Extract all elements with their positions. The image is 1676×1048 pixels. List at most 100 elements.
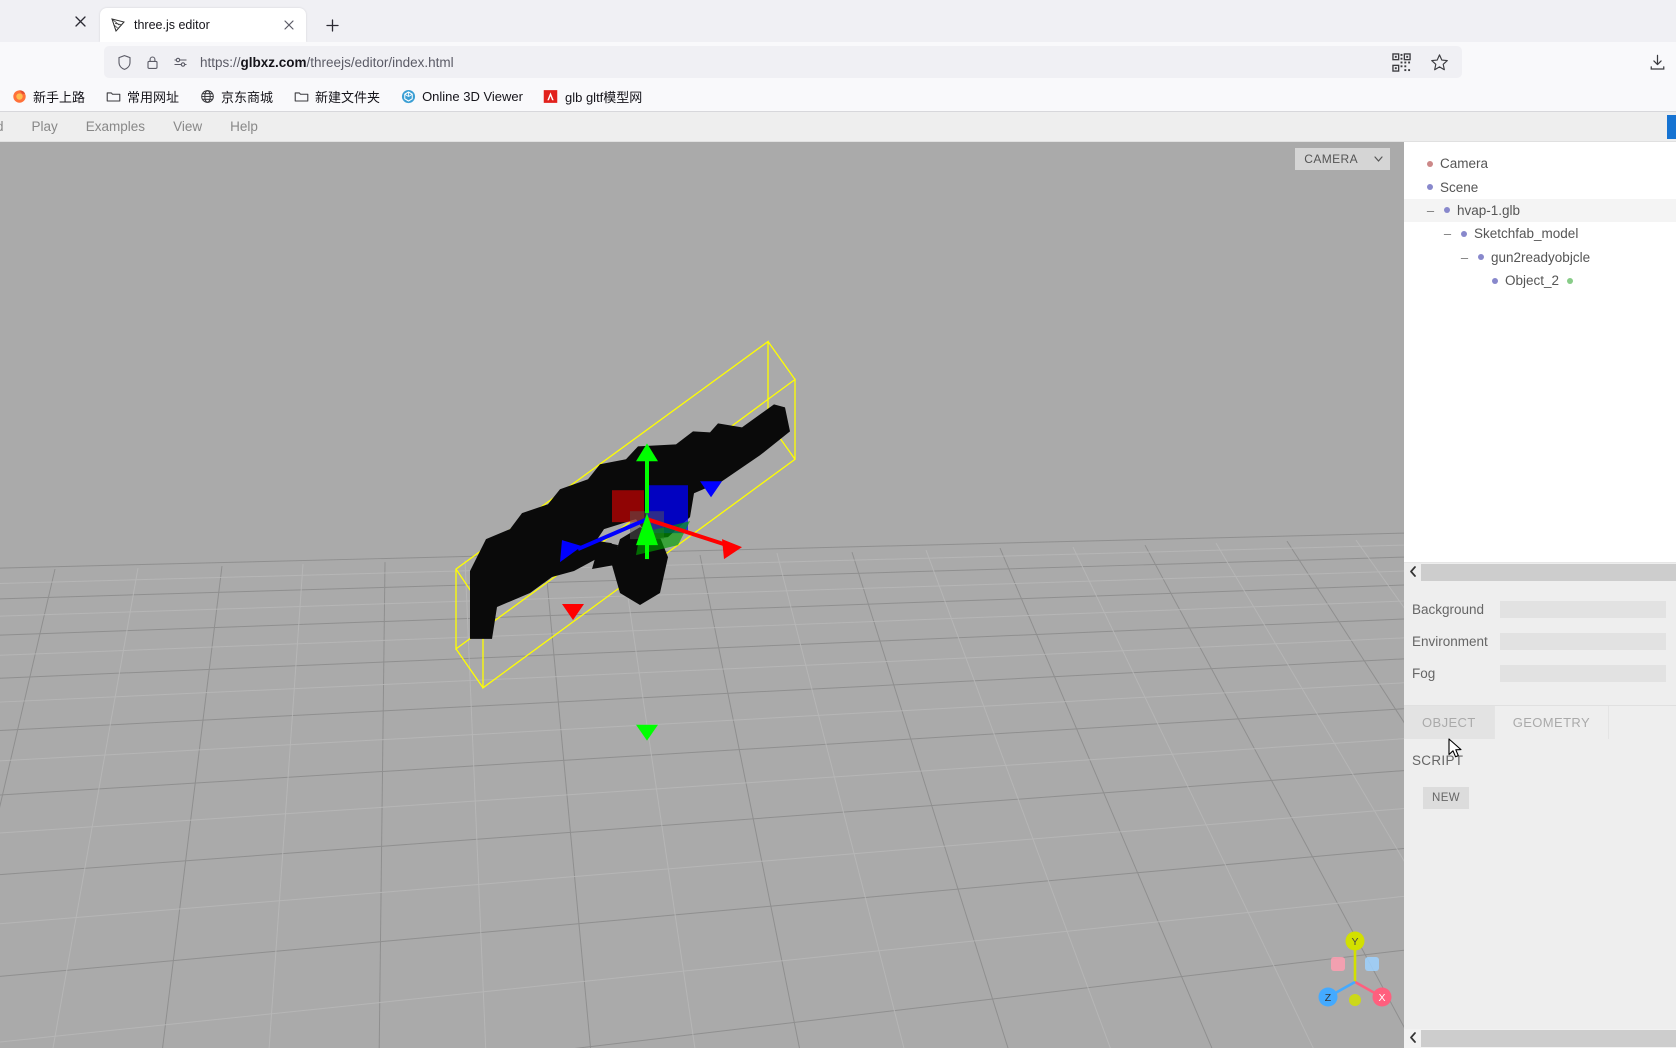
twisty-icon[interactable]: – xyxy=(1441,227,1454,240)
scrollbar-thumb[interactable] xyxy=(1421,1030,1676,1047)
twisty-icon[interactable]: – xyxy=(1424,204,1437,217)
scene-properties: Background Environment Fog xyxy=(1404,581,1676,705)
script-panel: SCRIPT NEW xyxy=(1404,739,1676,809)
editor-menubar: d Play Examples View Help xyxy=(0,112,1676,142)
bookmark-label: 新建文件夹 xyxy=(315,90,381,105)
outliner-label: hvap-1.glb xyxy=(1457,202,1521,218)
outliner-row-hvap-glb[interactable]: – hvap-1.glb xyxy=(1404,198,1676,223)
toolbar-right xyxy=(1646,42,1676,82)
chevron-left-icon[interactable] xyxy=(1404,565,1421,579)
browser-window: three.js editor https://glbxz.com/threej… xyxy=(0,0,1676,1048)
bookmark-item[interactable]: Online 3D Viewer xyxy=(393,86,530,108)
object-type-dot-icon xyxy=(1492,277,1498,284)
bookmark-item[interactable]: 新建文件夹 xyxy=(286,84,387,109)
camera-select[interactable]: CAMERA xyxy=(1295,148,1390,170)
outliner-label: Camera xyxy=(1440,156,1489,172)
firefox-icon xyxy=(11,89,27,105)
property-label: Fog xyxy=(1412,665,1436,681)
axes-helper[interactable]: Y Z X xyxy=(1310,922,1400,1012)
sidebar-tabs: OBJECT GEOMETRY xyxy=(1404,705,1676,739)
property-row-environment[interactable]: Environment xyxy=(1404,625,1676,657)
script-panel-title: SCRIPT xyxy=(1412,753,1464,768)
axis-marker-y-negative xyxy=(1349,994,1361,1006)
property-row-fog[interactable]: Fog xyxy=(1404,657,1676,689)
axis-marker-z-negative xyxy=(1365,957,1379,971)
outliner-row-sketchfab-model[interactable]: – Sketchfab_model xyxy=(1404,222,1676,245)
outliner-row-camera[interactable]: Camera xyxy=(1404,152,1676,175)
menu-play[interactable]: Play xyxy=(18,112,72,142)
download-icon[interactable] xyxy=(1646,51,1668,73)
close-icon[interactable] xyxy=(280,16,298,34)
object-type-dot-icon xyxy=(1461,230,1467,237)
padlock-icon[interactable] xyxy=(144,54,161,71)
outliner-horizontal-scrollbar[interactable] xyxy=(1404,562,1676,581)
outliner-label: gun2readyobjcle xyxy=(1491,249,1591,265)
material-dot-icon xyxy=(1567,277,1574,284)
outliner-panel[interactable]: Camera Scene – hvap-1.glb – Sketchfab_mo… xyxy=(1404,142,1676,562)
chevron-left-icon[interactable] xyxy=(1404,1032,1421,1045)
twisty-icon[interactable]: – xyxy=(1458,251,1471,264)
folder-icon xyxy=(105,89,121,105)
selected-model-gun[interactable] xyxy=(0,142,1404,1048)
gizmo-arrow-x-positive xyxy=(722,539,742,560)
property-row-background[interactable]: Background xyxy=(1404,593,1676,625)
viewer-icon xyxy=(400,89,416,105)
outliner-label: Sketchfab_model xyxy=(1474,226,1579,242)
autodesk-a-icon xyxy=(543,89,559,105)
tab-geometry[interactable]: GEOMETRY xyxy=(1495,706,1610,739)
new-tab-button[interactable] xyxy=(318,11,346,39)
menu-view[interactable]: View xyxy=(159,112,216,142)
threejs-logo-icon xyxy=(110,17,126,33)
outliner-label: Scene xyxy=(1440,179,1479,195)
object-type-dot-icon xyxy=(1427,184,1433,191)
gizmo-arrow-y-negative xyxy=(636,724,658,741)
url-text: https://glbxz.com/threejs/editor/index.h… xyxy=(200,54,454,70)
shield-icon[interactable] xyxy=(116,54,133,71)
object-type-dot-icon xyxy=(1478,254,1484,261)
permissions-icon[interactable] xyxy=(172,54,189,71)
axis-label-x: X xyxy=(1378,992,1385,1004)
bookmarks-bar: 新手上路 常用网址 京东商城 新建文件夹 Online 3D Viewer gl… xyxy=(0,82,1676,112)
menu-add[interactable]: d xyxy=(0,112,18,142)
bookmark-label: 京东商城 xyxy=(221,90,274,105)
editor-stage: Y Z X CAMERA Camera Scene – hvap-1.glb –… xyxy=(0,142,1676,1048)
bookmark-item[interactable]: glb gltf模型网 xyxy=(536,84,649,109)
object-type-dot-icon xyxy=(1427,160,1433,167)
bookmark-label: Online 3D Viewer xyxy=(422,89,523,104)
sidebar: Camera Scene – hvap-1.glb – Sketchfab_mo… xyxy=(1404,142,1676,1048)
bookmark-label: glb gltf模型网 xyxy=(564,90,643,105)
scrollbar-thumb[interactable] xyxy=(1421,563,1676,581)
globe-icon xyxy=(199,89,215,105)
sidebar-horizontal-scrollbar[interactable] xyxy=(1404,1029,1676,1048)
menubar-accent-marker xyxy=(1667,115,1676,139)
url-bar[interactable]: https://glbxz.com/threejs/editor/index.h… xyxy=(104,46,1462,78)
urlbar-actions xyxy=(1390,46,1462,78)
axis-label-z: Z xyxy=(1325,992,1332,1004)
browser-tab[interactable]: three.js editor xyxy=(100,8,306,42)
outliner-row-gun2readyobjcle[interactable]: – gun2readyobjcle xyxy=(1404,246,1676,269)
bookmark-item[interactable]: 新手上路 xyxy=(4,84,92,109)
new-script-button[interactable]: NEW xyxy=(1423,787,1470,809)
axis-label-y: Y xyxy=(1351,936,1358,948)
camera-select-value: CAMERA xyxy=(1304,152,1358,166)
background-select[interactable] xyxy=(1500,600,1666,618)
qr-code-icon[interactable] xyxy=(1390,51,1412,73)
star-icon[interactable] xyxy=(1428,51,1450,73)
menu-examples[interactable]: Examples xyxy=(72,112,159,142)
bookmark-item[interactable]: 京东商城 xyxy=(192,84,280,109)
tab-title: three.js editor xyxy=(134,18,210,32)
menu-help[interactable]: Help xyxy=(216,112,272,142)
tab-object[interactable]: OBJECT xyxy=(1404,706,1495,739)
viewport[interactable]: Y Z X CAMERA xyxy=(0,142,1404,1048)
axis-marker-x-negative xyxy=(1331,957,1345,971)
property-label: Background xyxy=(1412,601,1485,617)
bookmark-item[interactable]: 常用网址 xyxy=(98,84,186,109)
bookmark-label: 常用网址 xyxy=(127,90,180,105)
fog-select[interactable] xyxy=(1500,664,1666,682)
outliner-row-scene[interactable]: Scene xyxy=(1404,175,1676,198)
object-type-dot-icon xyxy=(1444,207,1450,214)
outliner-row-object-2[interactable]: Object_2 xyxy=(1404,269,1676,292)
threejs-editor: d Play Examples View Help xyxy=(0,112,1676,1048)
environment-select[interactable] xyxy=(1500,632,1666,650)
close-icon[interactable] xyxy=(70,11,90,31)
